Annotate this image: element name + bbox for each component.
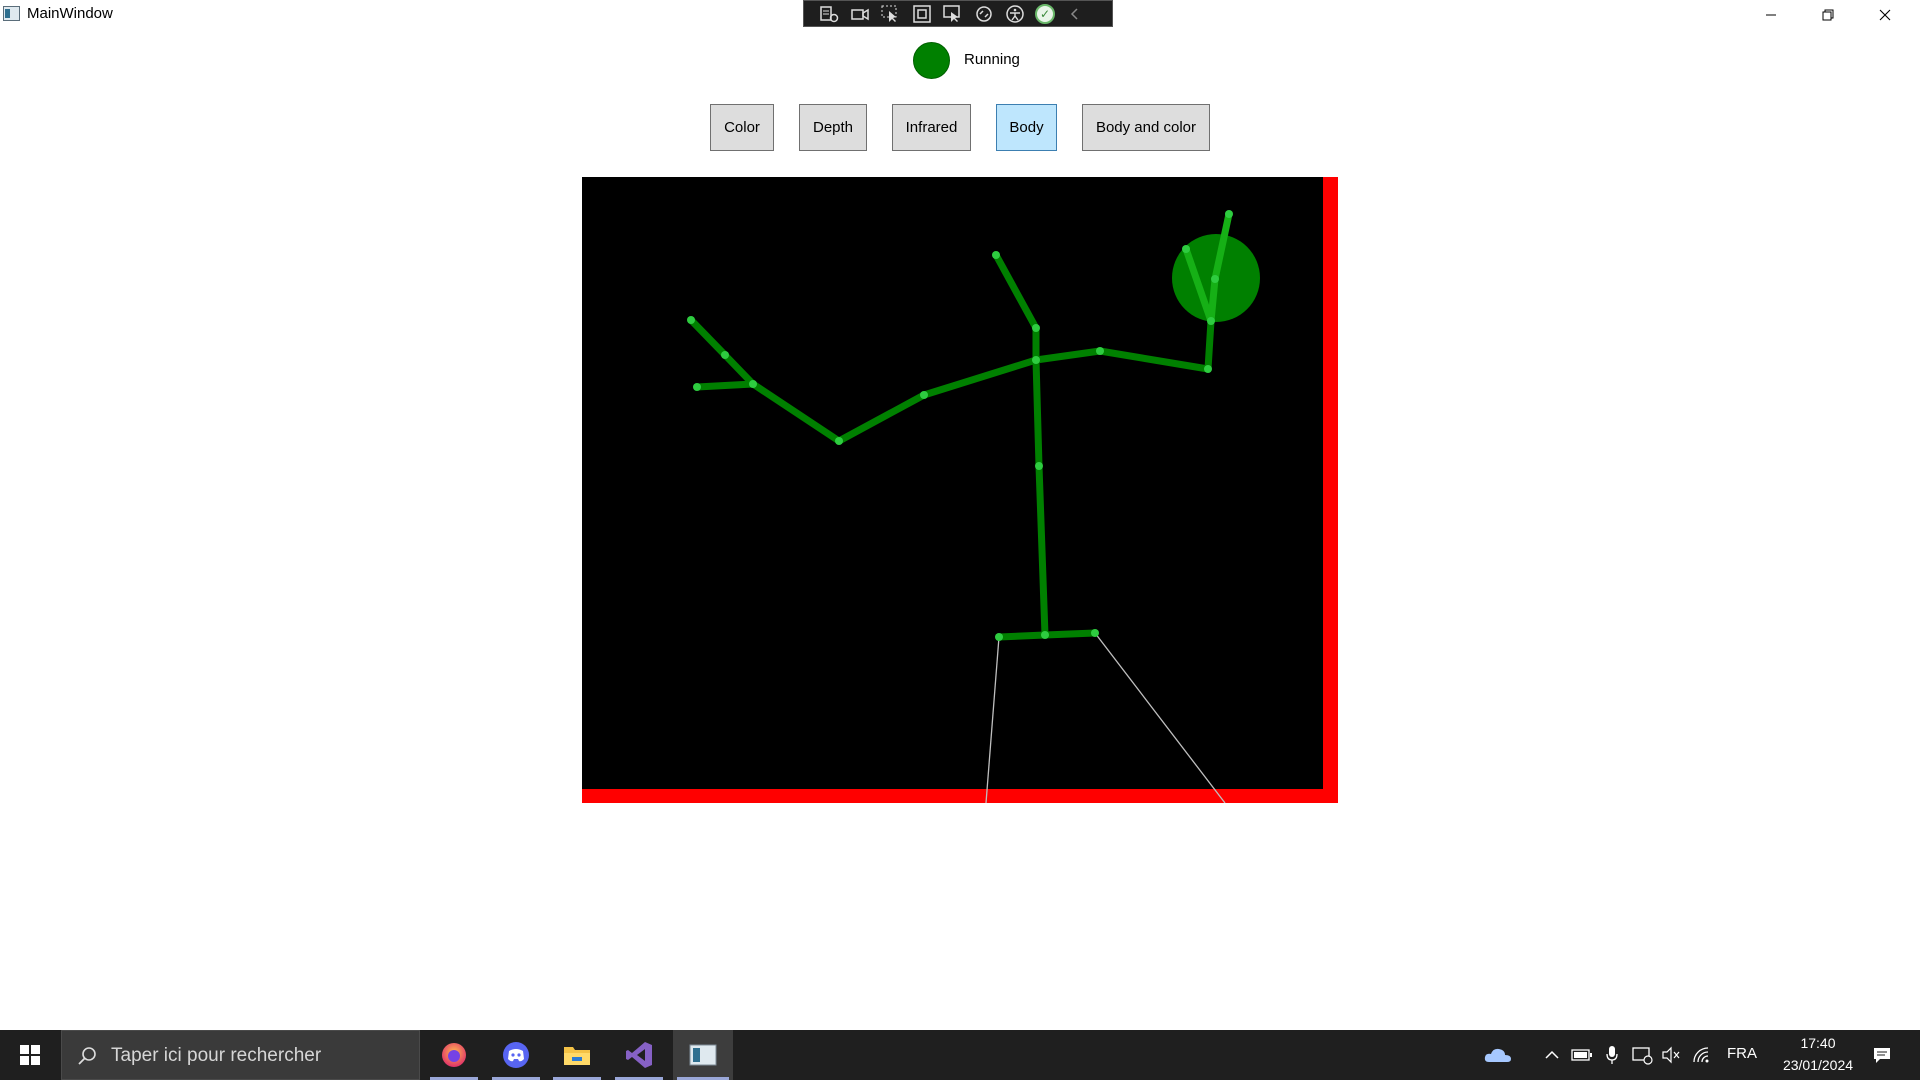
wifi-icon[interactable] bbox=[1688, 1030, 1716, 1080]
track-focused-element-icon[interactable] bbox=[942, 4, 964, 24]
taskbar-visual-studio[interactable] bbox=[611, 1030, 667, 1080]
taskbar-firefox[interactable] bbox=[426, 1030, 482, 1080]
select-element-icon[interactable] bbox=[880, 4, 902, 24]
network-vpn-icon[interactable] bbox=[1628, 1030, 1656, 1080]
microphone-icon[interactable] bbox=[1600, 1030, 1624, 1080]
restore-button[interactable] bbox=[1800, 0, 1856, 30]
close-button[interactable] bbox=[1857, 0, 1913, 30]
discord-icon bbox=[503, 1042, 529, 1068]
clock-date[interactable]: 23/01/2024 bbox=[1764, 1057, 1872, 1073]
live-visual-tree-icon[interactable] bbox=[818, 4, 840, 24]
color-mode-button[interactable]: Color bbox=[710, 104, 774, 151]
app-icon bbox=[3, 6, 20, 21]
search-placeholder: Taper ici pour rechercher bbox=[111, 1045, 322, 1066]
search-box[interactable]: Taper ici pour rechercher bbox=[61, 1030, 420, 1080]
taskbar: Taper ici pour rechercher FRA 17:40 23/0… bbox=[0, 1030, 1920, 1080]
chevron-up-icon[interactable] bbox=[1540, 1030, 1564, 1080]
status-indicator bbox=[913, 42, 950, 79]
binding-failures-icon[interactable] bbox=[973, 4, 995, 24]
visual-studio-icon bbox=[626, 1042, 652, 1068]
wpf-app-icon bbox=[689, 1044, 717, 1066]
taskbar-file-explorer[interactable] bbox=[549, 1030, 605, 1080]
onedrive-icon[interactable] bbox=[1478, 1030, 1518, 1080]
windows-icon bbox=[20, 1045, 40, 1065]
infrared-mode-button[interactable]: Infrared bbox=[892, 104, 971, 151]
xaml-debug-toolbar: ✓ bbox=[803, 0, 1113, 27]
battery-icon[interactable] bbox=[1568, 1030, 1596, 1080]
bottom-clip-edge bbox=[582, 789, 1338, 803]
depth-mode-button[interactable]: Depth bbox=[799, 104, 867, 151]
camera-icon[interactable] bbox=[849, 4, 871, 24]
notifications-icon[interactable] bbox=[1864, 1030, 1900, 1080]
taskbar-discord[interactable] bbox=[488, 1030, 544, 1080]
search-icon bbox=[78, 1047, 96, 1065]
start-button[interactable] bbox=[0, 1030, 60, 1080]
accessibility-icon[interactable] bbox=[1004, 4, 1026, 24]
clock-time[interactable]: 17:40 bbox=[1790, 1035, 1846, 1051]
input-language[interactable]: FRA bbox=[1727, 1045, 1757, 1062]
speaker-muted-icon[interactable] bbox=[1658, 1030, 1684, 1080]
checkmark-icon[interactable]: ✓ bbox=[1035, 3, 1055, 24]
taskbar-wpf-app[interactable] bbox=[673, 1030, 733, 1080]
status-label: Running bbox=[964, 51, 1020, 68]
right-clip-edge bbox=[1323, 177, 1338, 803]
window-title: MainWindow bbox=[27, 5, 113, 22]
title-bar: MainWindow ✓ bbox=[0, 0, 1920, 30]
chevron-left-icon[interactable] bbox=[1064, 4, 1086, 24]
body-viewer bbox=[582, 177, 1338, 803]
file-explorer-icon bbox=[564, 1047, 590, 1065]
body-mode-button[interactable]: Body bbox=[996, 104, 1057, 151]
body-and-color-mode-button[interactable]: Body and color bbox=[1082, 104, 1210, 151]
firefox-icon bbox=[442, 1043, 466, 1067]
display-layout-adorners-icon[interactable] bbox=[911, 4, 933, 24]
minimize-button[interactable] bbox=[1743, 0, 1799, 30]
